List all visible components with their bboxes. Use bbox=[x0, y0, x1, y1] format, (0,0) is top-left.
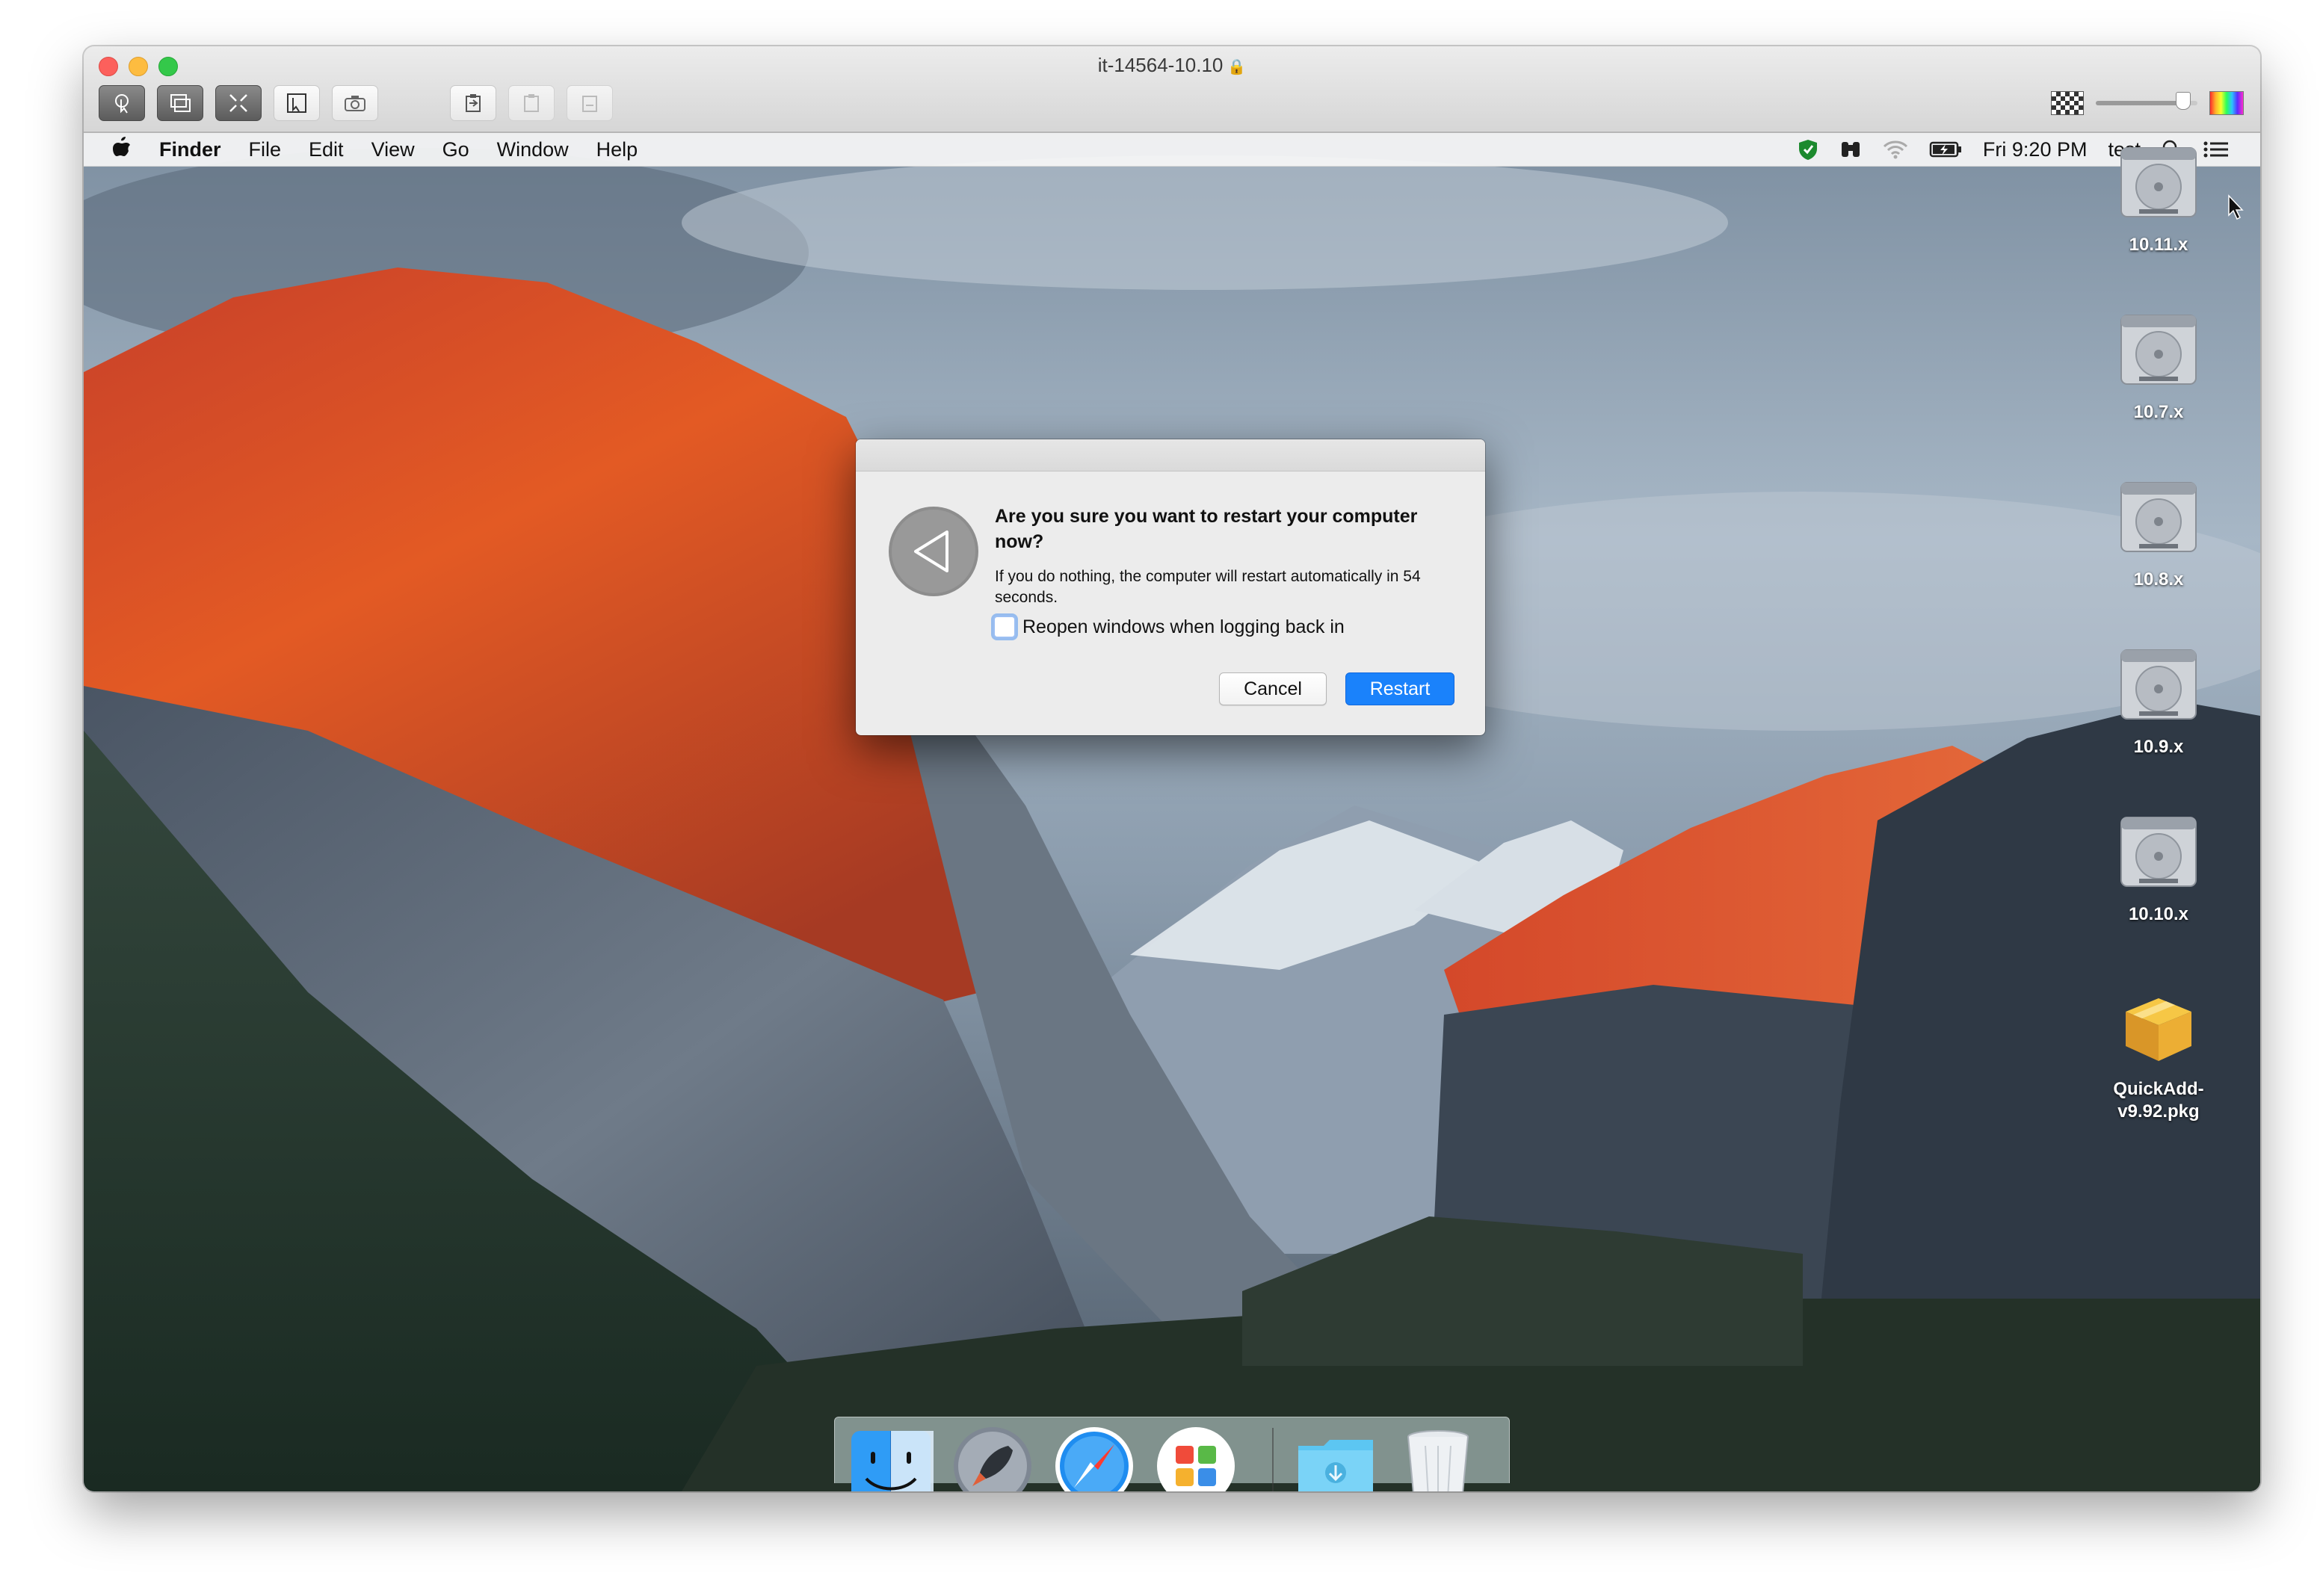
desktop-package-quickadd[interactable]: QuickAdd-v9.92.pkg bbox=[2091, 985, 2226, 1123]
hard-disk-icon bbox=[2120, 147, 2197, 217]
menu-go[interactable]: Go bbox=[442, 138, 469, 161]
hard-disk-icon bbox=[2120, 817, 2197, 887]
fullscreen-button[interactable] bbox=[215, 85, 262, 121]
dialog-title: Are you sure you want to restart your co… bbox=[995, 506, 1418, 552]
dialog-titlebar bbox=[856, 439, 1485, 471]
select-button[interactable] bbox=[274, 85, 320, 121]
downloads-folder-icon[interactable] bbox=[1294, 1423, 1379, 1491]
desktop-disk-1011[interactable]: 10.11.x bbox=[2091, 140, 2226, 256]
desktop-disk-108[interactable]: 10.8.x bbox=[2091, 475, 2226, 591]
desktop-disk-1010[interactable]: 10.10.x bbox=[2091, 810, 2226, 926]
reopen-windows-label[interactable]: Reopen windows when logging back in bbox=[1022, 616, 1345, 638]
snapshot-button[interactable] bbox=[332, 85, 378, 121]
mouse-pointer-icon bbox=[2228, 194, 2244, 220]
wifi-icon[interactable] bbox=[1883, 140, 1908, 159]
desktop-icon-label: QuickAdd-v9.92.pkg bbox=[2113, 1079, 2204, 1122]
paste-alt-button[interactable] bbox=[567, 85, 613, 121]
guest-screen: Finder File Edit View Go Window Help Fri… bbox=[84, 133, 2260, 1491]
menu-help[interactable]: Help bbox=[596, 138, 638, 161]
color-picker-icon[interactable] bbox=[2209, 91, 2244, 115]
restart-icon bbox=[889, 507, 978, 596]
trash-icon[interactable] bbox=[1395, 1423, 1481, 1491]
dock bbox=[834, 1417, 1510, 1491]
menu-view[interactable]: View bbox=[371, 138, 415, 161]
battery-icon[interactable] bbox=[1929, 140, 1962, 158]
reopen-windows-checkbox[interactable] bbox=[993, 616, 1016, 638]
self-service-icon[interactable] bbox=[1153, 1423, 1238, 1491]
zoom-slider-fill bbox=[2096, 101, 2182, 105]
vm-titlebar: it-14564-10.10 🔒 bbox=[84, 46, 2260, 133]
lock-icon: 🔒 bbox=[1227, 59, 1247, 75]
menu-app-name[interactable]: Finder bbox=[159, 138, 221, 161]
vm-window: it-14564-10.10 🔒 Finder File Edit View G… bbox=[84, 46, 2260, 1491]
apple-icon[interactable] bbox=[112, 135, 132, 164]
window-title-group: it-14564-10.10 🔒 bbox=[84, 54, 2260, 77]
hard-disk-icon bbox=[2120, 482, 2197, 552]
desktop-wallpaper bbox=[84, 133, 2260, 1491]
select-icon bbox=[287, 93, 306, 113]
cancel-button[interactable]: Cancel bbox=[1219, 672, 1327, 705]
paste-alt-icon bbox=[582, 96, 597, 112]
safari-icon[interactable] bbox=[1052, 1423, 1137, 1491]
hard-disk-icon bbox=[2120, 649, 2197, 720]
zoom-slider-knob[interactable] bbox=[2175, 92, 2191, 110]
window-icon bbox=[170, 94, 191, 112]
paste-icon bbox=[524, 94, 539, 112]
menubar-left: Finder File Edit View Go Window Help bbox=[84, 135, 665, 164]
menu-window[interactable]: Window bbox=[497, 138, 569, 161]
clipboard-icon bbox=[466, 94, 481, 112]
launchpad-icon[interactable] bbox=[950, 1423, 1035, 1491]
dialog-message: If you do nothing, the computer will res… bbox=[995, 568, 1421, 606]
binoculars-icon[interactable] bbox=[1839, 139, 1862, 160]
desktop-icon-label: 10.9.x bbox=[2133, 737, 2184, 757]
restart-dialog: Are you sure you want to restart your co… bbox=[856, 439, 1485, 735]
restart-button[interactable]: Restart bbox=[1345, 672, 1454, 705]
desktop-icon-label: 10.8.x bbox=[2133, 569, 2184, 590]
fullscreen-icon bbox=[229, 94, 247, 112]
shield-icon[interactable] bbox=[1798, 138, 1818, 161]
finder-icon[interactable] bbox=[848, 1423, 934, 1491]
clipboard-button[interactable] bbox=[450, 85, 496, 121]
desktop-icon-label: 10.7.x bbox=[2133, 402, 2184, 422]
mac-menubar: Finder File Edit View Go Window Help Fri… bbox=[84, 133, 2260, 167]
window-title: it-14564-10.10 bbox=[1097, 54, 1224, 76]
desktop-icon-label: 10.11.x bbox=[2129, 235, 2188, 255]
checkerboard-icon[interactable] bbox=[2051, 91, 2084, 115]
pointer-icon bbox=[115, 94, 129, 114]
window-mode-button[interactable] bbox=[157, 85, 203, 121]
desktop-icon-label: 10.10.x bbox=[2128, 904, 2189, 924]
dock-separator bbox=[1272, 1428, 1274, 1491]
hard-disk-icon bbox=[2120, 315, 2197, 385]
toolbar-right-tools bbox=[2051, 90, 2244, 117]
menu-file[interactable]: File bbox=[249, 138, 282, 161]
camera-icon bbox=[345, 96, 365, 111]
desktop-disk-109[interactable]: 10.9.x bbox=[2091, 643, 2226, 758]
menubar-clock[interactable]: Fri 9:20 PM bbox=[1983, 138, 2088, 161]
zoom-slider[interactable] bbox=[2096, 92, 2197, 110]
package-icon bbox=[2126, 998, 2191, 1061]
pointer-button[interactable] bbox=[99, 85, 145, 121]
reopen-windows-checkbox-row[interactable]: Reopen windows when logging back in bbox=[993, 616, 1345, 638]
menu-edit[interactable]: Edit bbox=[309, 138, 344, 161]
desktop-disk-107[interactable]: 10.7.x bbox=[2091, 308, 2226, 424]
paste-button[interactable] bbox=[508, 85, 555, 121]
